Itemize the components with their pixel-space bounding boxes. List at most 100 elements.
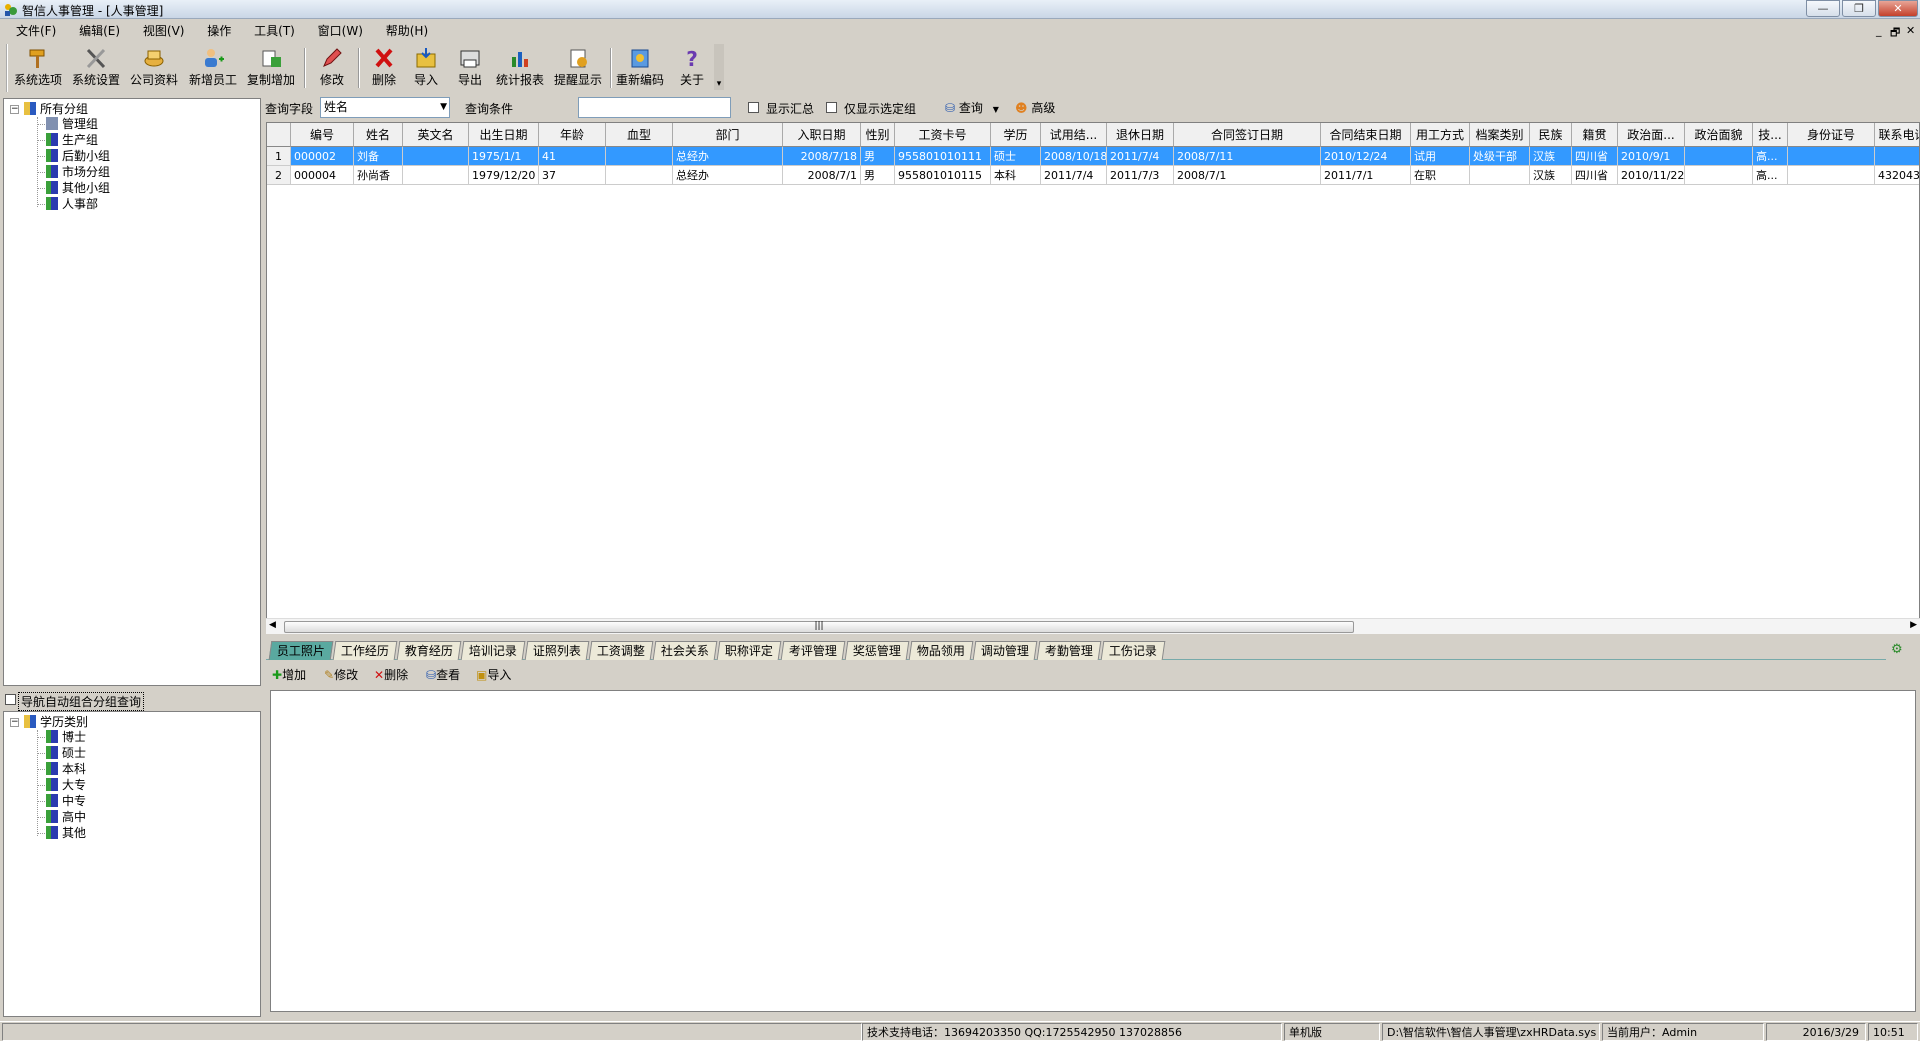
table-cell[interactable]	[606, 147, 673, 166]
query-field-select[interactable]: 姓名 ▼	[320, 97, 450, 118]
expander-toggle[interactable]: −	[10, 105, 19, 114]
column-header[interactable]: 入职日期	[783, 123, 861, 147]
tree-node-group[interactable]: 生产组	[46, 132, 98, 148]
table-cell[interactable]: 000002	[291, 147, 354, 166]
table-cell[interactable]: 2010/12/24	[1321, 147, 1411, 166]
tree-node-group[interactable]: 后勤小组	[46, 148, 110, 164]
table-cell[interactable]: 1975/1/1	[469, 147, 539, 166]
tab-title-eval[interactable]: 职称评定	[716, 641, 782, 660]
column-header[interactable]: 工资卡号	[895, 123, 991, 147]
table-cell[interactable]: 2008/7/18	[783, 147, 861, 166]
statistics-report-button[interactable]: 统计报表	[494, 46, 546, 92]
table-cell[interactable]: 高...	[1753, 166, 1788, 185]
table-cell[interactable]: 汉族	[1530, 147, 1572, 166]
column-header[interactable]: 政治面...	[1618, 123, 1685, 147]
column-header[interactable]: 部门	[673, 123, 783, 147]
settings-icon[interactable]: ⚙	[1891, 642, 1903, 657]
detail-import-button[interactable]: ▣导入	[476, 666, 511, 683]
column-header[interactable]: 英文名	[403, 123, 469, 147]
detail-view-button[interactable]: ⛁查看	[426, 666, 460, 683]
tab-certificates[interactable]: 证照列表	[524, 641, 590, 660]
table-cell[interactable]: 男	[861, 147, 895, 166]
export-button[interactable]: 导出	[450, 46, 490, 92]
tree-node-education[interactable]: 博士	[46, 729, 86, 745]
table-cell[interactable]: 总经办	[673, 166, 783, 185]
detail-delete-button[interactable]: ✕删除	[374, 666, 408, 683]
table-cell[interactable]: 1979/12/20	[469, 166, 539, 185]
tab-training[interactable]: 培训记录	[460, 641, 526, 660]
scrollbar-thumb[interactable]: |||	[284, 621, 1354, 633]
menu-view[interactable]: 视图(V)	[135, 22, 193, 41]
column-header[interactable]: 姓名	[354, 123, 403, 147]
column-header[interactable]: 编号	[291, 123, 354, 147]
column-header[interactable]: 血型	[606, 123, 673, 147]
tree-node-group[interactable]: 人事部	[46, 196, 98, 212]
table-cell[interactable]	[1470, 166, 1530, 185]
column-header[interactable]: 联系电话	[1875, 123, 1919, 147]
tree-node-education[interactable]: 大专	[46, 777, 86, 793]
add-employee-button[interactable]: 新增员工	[188, 46, 238, 92]
table-cell[interactable]: 试用	[1411, 147, 1470, 166]
tab-photo[interactable]: 员工照片	[268, 641, 334, 660]
table-row[interactable]: 2 000004 孙尚香 1979/12/20 37 总经办 2008/7/1 …	[267, 166, 1919, 185]
column-header[interactable]: 试用结...	[1041, 123, 1107, 147]
column-header[interactable]: 合同结束日期	[1321, 123, 1411, 147]
mdi-minimize-button[interactable]: _	[1876, 24, 1882, 37]
table-cell[interactable]: 硕士	[991, 147, 1041, 166]
show-sum-checkbox[interactable]	[748, 102, 759, 113]
column-header[interactable]: 性别	[861, 123, 895, 147]
table-cell[interactable]: 总经办	[673, 147, 783, 166]
column-header[interactable]: 政治面貌	[1685, 123, 1753, 147]
tree-node-group[interactable]: 市场分组	[46, 164, 110, 180]
table-cell[interactable]: 2011/7/3	[1107, 166, 1174, 185]
table-cell[interactable]: 本科	[991, 166, 1041, 185]
tree-node-group[interactable]: 管理组	[46, 116, 98, 132]
table-cell[interactable]: 955801010111	[895, 147, 991, 166]
tab-work-history[interactable]: 工作经历	[332, 641, 398, 660]
table-cell[interactable]	[1685, 166, 1753, 185]
about-button[interactable]: ? 关于	[672, 46, 712, 92]
tab-assessment[interactable]: 考评管理	[780, 641, 846, 660]
column-header[interactable]: 技...	[1753, 123, 1788, 147]
table-cell[interactable]: 处级干部	[1470, 147, 1530, 166]
menu-edit[interactable]: 编辑(E)	[71, 22, 128, 41]
advanced-search-button[interactable]: ☻ 高级	[1015, 99, 1055, 116]
nav-auto-label[interactable]: 导航自动组合分组查询	[18, 692, 145, 711]
column-header[interactable]: 身份证号	[1788, 123, 1875, 147]
search-button[interactable]: ⛁ 查询 ▼	[945, 99, 999, 116]
close-button[interactable]: ✕	[1878, 0, 1918, 17]
table-cell[interactable]: 2010/11/22	[1618, 166, 1685, 185]
table-cell[interactable]: 2011/7/1	[1321, 166, 1411, 185]
reminder-display-button[interactable]: 提醒显示	[552, 46, 604, 92]
recode-button[interactable]: 重新编码	[614, 46, 666, 92]
tab-items[interactable]: 物品领用	[908, 641, 974, 660]
nav-auto-checkbox[interactable]	[5, 694, 16, 705]
table-cell[interactable]: 2010/9/1	[1618, 147, 1685, 166]
mdi-close-button[interactable]: ✕	[1906, 24, 1915, 37]
menu-file[interactable]: 文件(F)	[8, 22, 64, 41]
scroll-left-icon[interactable]: ◀	[269, 620, 276, 630]
table-cell[interactable]: 2008/10/18	[1041, 147, 1107, 166]
menu-operation[interactable]: 操作	[199, 22, 239, 41]
menu-tools[interactable]: 工具(T)	[246, 22, 303, 41]
edit-button[interactable]: 修改	[312, 46, 352, 92]
table-cell[interactable]: 2008/7/1	[1174, 166, 1321, 185]
table-cell[interactable]: 孙尚香	[354, 166, 403, 185]
detail-add-button[interactable]: ✚增加	[272, 666, 306, 683]
table-cell[interactable]: 四川省	[1572, 147, 1618, 166]
table-cell[interactable]	[1788, 166, 1875, 185]
import-button[interactable]: 导入	[406, 46, 446, 92]
table-cell[interactable]: 四川省	[1572, 166, 1618, 185]
table-cell[interactable]	[1875, 147, 1919, 166]
toolbar-overflow-chevron[interactable]: ▾	[714, 44, 724, 90]
expander-toggle[interactable]: −	[10, 718, 19, 727]
tree-node-education[interactable]: 硕士	[46, 745, 86, 761]
system-settings-button[interactable]: 系统设置	[72, 46, 120, 92]
tree-node-group[interactable]: 其他小组	[46, 180, 110, 196]
table-cell[interactable]: 2008/7/11	[1174, 147, 1321, 166]
table-cell[interactable]: 37	[539, 166, 606, 185]
table-cell[interactable]: 41	[539, 147, 606, 166]
table-cell[interactable]: 4320432	[1875, 166, 1919, 185]
tab-relations[interactable]: 社会关系	[652, 641, 718, 660]
menu-help[interactable]: 帮助(H)	[378, 22, 436, 41]
